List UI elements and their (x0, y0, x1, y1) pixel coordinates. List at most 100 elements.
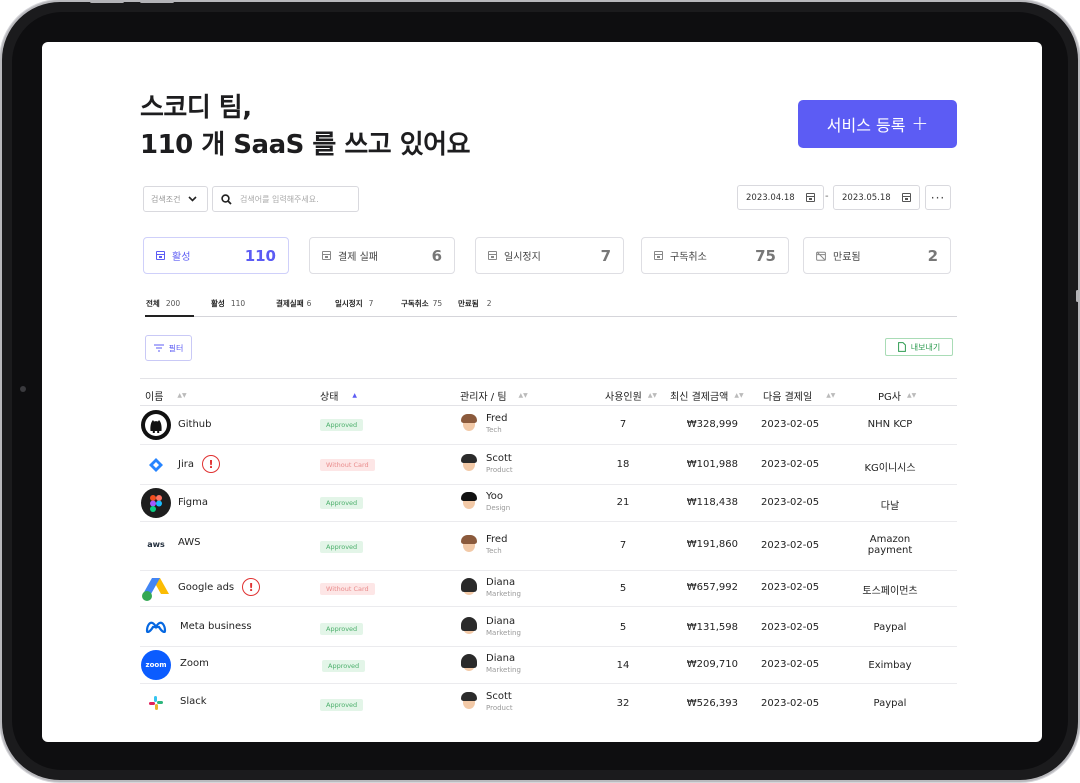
col-next-date[interactable]: 다음 결제일 ▲▼ (763, 388, 835, 403)
sort-icon: ▲▼ (734, 392, 744, 399)
sort-icon: ▲▼ (177, 392, 187, 399)
latest-amount: ₩118,438 (686, 497, 738, 508)
manager-name: Diana (486, 577, 516, 588)
date-from-field[interactable]: 2023.04.18 (737, 185, 824, 210)
search-icon (221, 193, 232, 205)
manager-name: Diana (486, 653, 516, 664)
user-count: 14 (616, 660, 630, 671)
manager-team: Product (486, 704, 513, 712)
col-pg-label: PG사 (878, 392, 901, 403)
document-icon (897, 342, 906, 352)
plus-icon: + (911, 111, 929, 135)
stat-card-active[interactable]: 활성 110 (143, 237, 289, 274)
col-pg[interactable]: PG사 ▲▼ (878, 388, 916, 403)
pg-provider: 토스페이먼츠 (862, 586, 918, 597)
manager-cell: Scott Product (458, 691, 513, 713)
col-manager[interactable]: 관리자 / 팀 ▲▼ (460, 388, 528, 403)
tab-label: 활성 (211, 299, 225, 308)
tab-payment-failed[interactable]: 결제실패 6 (276, 298, 311, 309)
figma-logo-icon (141, 488, 171, 518)
table-row[interactable]: zoom Zoom Approved Diana Marketing 14 ₩20… (140, 647, 957, 684)
pg-provider: Eximbay (868, 660, 912, 671)
tab-count: 75 (432, 299, 443, 308)
service-name: Jira (178, 458, 194, 470)
subscription-table: 이름 ▲▼ 상태 ▲ 관리자 / 팀 ▲▼ 사용인원 ▲▼ 최신 결제금액 ▲▼ 다음 결… (140, 378, 957, 724)
manager-cell: Diana Marketing (458, 577, 521, 599)
tab-label: 일시정지 (335, 299, 363, 308)
search-input[interactable]: 검색어를 입력해주세요. (212, 186, 359, 212)
col-name[interactable]: 이름 ▲▼ (145, 388, 187, 403)
col-amount-label: 최신 결제금액 (670, 392, 729, 403)
tablet-top-button (140, 0, 174, 3)
table-row[interactable]: Github Approved Fred Tech 7 ₩328,999 2023… (140, 406, 957, 445)
sort-icon: ▲▼ (906, 392, 917, 399)
status-badge: Without Card (320, 459, 375, 471)
tab-count: 200 (165, 299, 181, 308)
search-condition-select[interactable]: 검색조건 (143, 186, 208, 212)
avatar (458, 491, 480, 513)
service-name: Zoom (180, 658, 209, 669)
service-name: Google ads (178, 581, 235, 593)
pg-provider: 다날 (880, 501, 900, 512)
date-to-field[interactable]: 2023.05.18 (833, 185, 920, 210)
col-status[interactable]: 상태 ▲ (320, 388, 357, 403)
tab-count: 110 (230, 299, 246, 308)
camera-dot (20, 386, 26, 392)
tab-paused[interactable]: 일시정지 7 (335, 298, 373, 309)
table-row[interactable]: Meta business Approved Diana Marketing 5 … (140, 607, 957, 647)
export-label: 내보내기 (910, 342, 941, 352)
status-badge: Approved (320, 623, 364, 635)
filter-label: 필터 (168, 343, 184, 353)
user-count: 5 (619, 583, 627, 594)
tab-label: 만료됨 (458, 299, 479, 308)
stat-card-paused[interactable]: 일시정지 7 (475, 237, 624, 274)
search-condition-label: 검색조건 (151, 194, 181, 204)
sort-icon: ▲▼ (826, 392, 836, 399)
table-row[interactable]: Slack Approved Scott Product 32 ₩526,393 … (140, 684, 957, 724)
filter-button[interactable]: 필터 (145, 335, 192, 361)
stat-card-cancelled[interactable]: 구독취소 75 (641, 237, 789, 274)
date-from-value: 2023.04.18 (746, 192, 795, 203)
col-users[interactable]: 사용인원 ▲▼ (605, 388, 657, 403)
register-service-button[interactable]: 서비스 등록 + (798, 100, 957, 148)
stat-value: 6 (431, 246, 442, 265)
page-title-line1: 스코디 팀, (140, 93, 252, 123)
tab-active[interactable]: 활성 110 (211, 298, 245, 309)
stat-card-expired[interactable]: 만료됨 2 (803, 237, 951, 274)
latest-amount: ₩191,860 (686, 539, 738, 550)
table-row[interactable]: Jira ! Without Card Scott Product 18 ₩101… (140, 445, 957, 485)
more-options-button[interactable]: ··· (925, 185, 951, 210)
calendar-icon (322, 251, 331, 260)
manager-team: Tech (486, 547, 502, 555)
table-row[interactable]: Google ads ! Without Card Diana Marketing… (140, 571, 957, 607)
export-button[interactable]: 내보내기 (885, 338, 953, 356)
next-payment-date: 2023-02-05 (761, 582, 820, 593)
next-payment-date: 2023-02-05 (761, 698, 820, 709)
next-payment-date: 2023-02-05 (761, 459, 820, 470)
table-row[interactable]: aws AWS Approved Fred Tech 7 ₩191,860 202… (140, 522, 957, 571)
table-row[interactable]: Figma Approved Yoo Design 21 ₩118,438 202… (140, 485, 957, 522)
pg-provider: KG이니시스 (864, 463, 916, 474)
tab-expired[interactable]: 만료됨 2 (458, 298, 491, 309)
tab-all[interactable]: 전체 200 (146, 298, 180, 309)
warning-icon: ! (201, 455, 220, 473)
avatar (458, 534, 480, 556)
manager-name: Diana (486, 616, 516, 627)
tab-label: 결제실패 (276, 299, 304, 308)
stat-label: 만료됨 (833, 252, 861, 263)
tab-cancelled[interactable]: 구독취소 75 (401, 298, 442, 309)
stat-label: 활성 (172, 252, 191, 263)
latest-amount: ₩101,988 (686, 459, 738, 470)
stat-card-payment-failed[interactable]: 결제 실패 6 (309, 237, 455, 274)
manager-name: Fred (486, 534, 508, 545)
user-count: 18 (616, 459, 630, 470)
meta-logo-icon (141, 612, 171, 642)
pg-provider: Paypal (873, 622, 907, 633)
latest-amount: ₩526,393 (686, 698, 738, 709)
tab-count: 6 (306, 299, 312, 308)
col-amount[interactable]: 최신 결제금액 ▲▼ (670, 388, 744, 403)
pg-provider: NHN KCP (867, 419, 913, 430)
manager-name: Scott (486, 691, 512, 702)
search-placeholder: 검색어를 입력해주세요. (240, 194, 319, 204)
service-name: Slack (180, 696, 207, 707)
